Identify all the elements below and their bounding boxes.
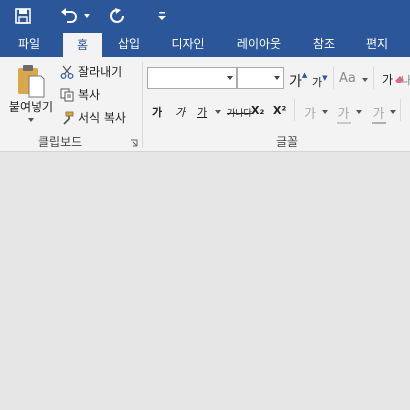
customize-qat-icon[interactable] [155,0,169,31]
font-name-combobox[interactable] [147,67,237,89]
grow-font-label: 가 [289,74,302,90]
tab-mailings[interactable]: 편지 [357,31,397,57]
underline-dropdown-icon[interactable] [215,110,221,114]
font-group-label: 글꼴 [276,135,299,149]
text-effects-dropdown-icon[interactable] [322,110,328,114]
tab-references[interactable]: 참조 [303,31,345,57]
clear-formatting-label: 가 [382,73,394,87]
chevron-down-icon [274,76,280,80]
styles-partial-icon: 나 [401,74,410,87]
highlight-label: 가 [337,107,350,122]
paste-label: 붙여넣기 [8,100,54,114]
font-separator [294,99,295,121]
clipboard-dialog-launcher-icon[interactable] [130,139,138,147]
superscript-button[interactable]: X² [273,104,286,117]
change-case-dropdown-icon[interactable] [362,78,368,82]
font-color-bar [372,122,386,124]
underline-button[interactable]: 가 [197,104,207,120]
shrink-font-label: 가 [312,76,323,89]
undo-dropdown-icon[interactable] [82,0,92,31]
format-painter-button[interactable]: 서식 복사 [60,109,126,126]
cut-button[interactable]: 잘라내기 [60,63,122,80]
highlight-color-bar [337,122,351,124]
save-icon[interactable] [12,0,34,31]
paste-icon [18,65,45,98]
font-color-button[interactable]: 가 [371,103,386,124]
format-painter-icon [63,111,74,125]
font-separator [400,99,401,121]
document-canvas[interactable] [0,152,410,410]
text-effects-button[interactable]: 가 [304,103,316,122]
grow-font-button[interactable]: 가▲ [289,71,307,91]
copy-icon [60,88,74,101]
paste-button[interactable]: 붙여넣기 [6,62,56,128]
scissors-icon [60,65,74,79]
change-case-label: Aa [339,71,356,86]
font-size-combobox[interactable] [237,67,284,89]
tab-insert[interactable]: 삽입 [108,31,150,57]
shrink-font-button[interactable]: 가▼ [312,74,328,90]
grow-arrow-icon: ▲ [301,71,308,79]
subscript-button[interactable]: X₂ [251,104,264,117]
group-separator [142,62,143,148]
clipboard-group-label: 클립보드 [38,135,83,149]
shrink-arrow-icon: ▼ [322,74,328,82]
change-case-button[interactable]: Aa [339,71,356,86]
font-color-dropdown-icon[interactable] [390,110,396,114]
tab-home[interactable]: 홈 [63,33,102,57]
redo-icon[interactable] [106,0,128,31]
chevron-down-icon [227,76,233,80]
italic-button[interactable]: 가 [175,104,185,120]
undo-icon[interactable] [58,0,80,31]
paste-dropdown-icon [28,118,34,122]
highlight-button[interactable]: 가 [336,103,351,124]
bold-button[interactable]: 가 [152,104,162,120]
format-painter-label: 서식 복사 [78,111,126,125]
strikethrough-button[interactable]: 가나다 [227,106,252,119]
font-color-label: 가 [372,107,385,122]
copy-label: 복사 [78,88,101,102]
tab-layout[interactable]: 레이아웃 [228,31,290,57]
font-separator [333,67,334,89]
tab-design[interactable]: 디자인 [160,31,216,57]
font-separator [373,67,374,89]
cut-label: 잘라내기 [78,65,123,79]
highlight-dropdown-icon[interactable] [356,110,362,114]
tab-file[interactable]: 파일 [4,31,54,57]
copy-button[interactable]: 복사 [60,86,100,103]
